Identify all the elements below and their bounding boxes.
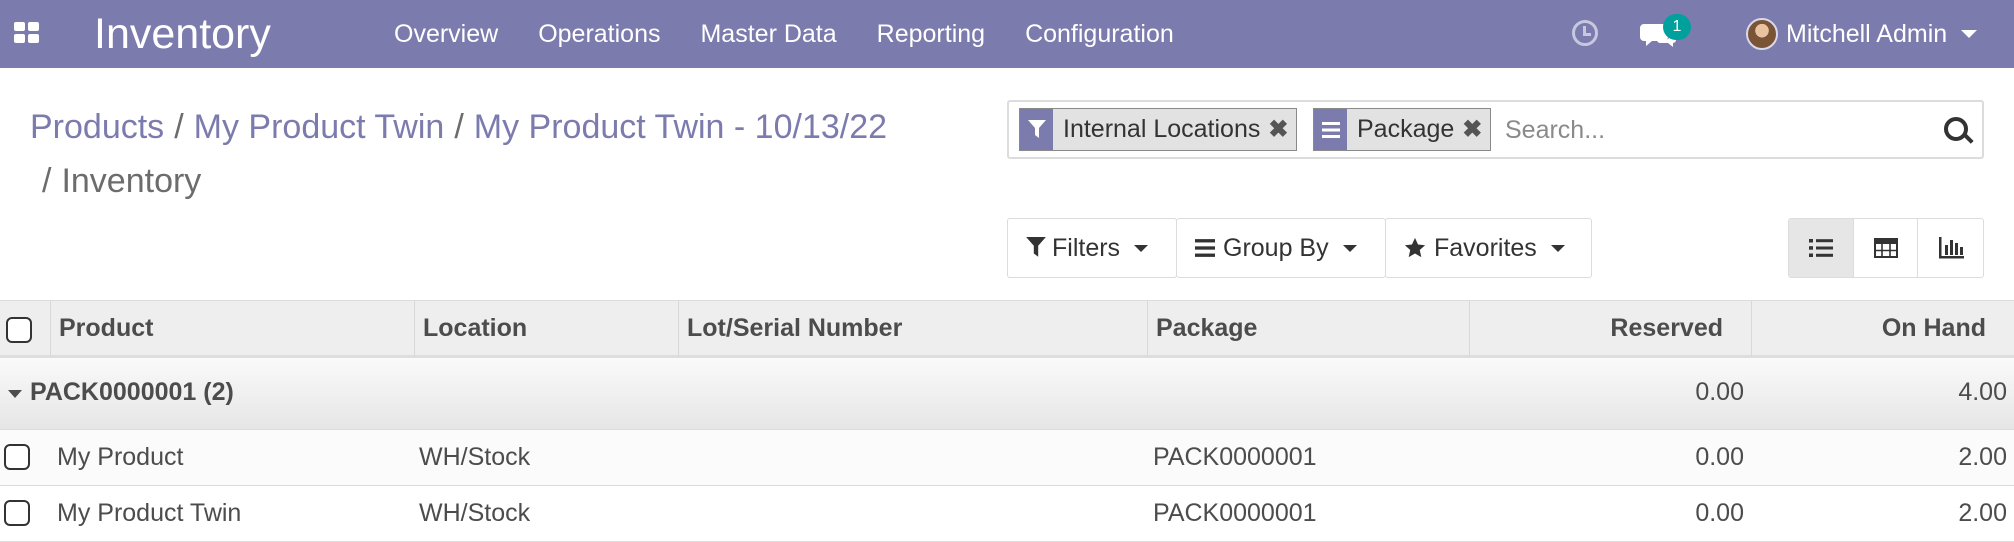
apps-menu-icon[interactable] xyxy=(14,22,40,44)
search-panel: Internal Locations ✖ Package ✖ xyxy=(1007,100,1984,159)
menu-master-data[interactable]: Master Data xyxy=(680,0,856,68)
group-by-label: Group By xyxy=(1223,233,1329,262)
group-reserved-total: 0.00 xyxy=(1695,378,1744,406)
cell-product: My Product Twin xyxy=(57,499,242,527)
facet-label: Package xyxy=(1357,115,1455,143)
group-row[interactable]: PACK0000001 (2) 0.00 4.00 xyxy=(0,358,2014,430)
search-input[interactable] xyxy=(1505,113,1925,147)
group-on-hand-total: 4.00 xyxy=(1958,378,2007,406)
group-name: PACK0000001 (2) xyxy=(30,378,234,406)
quants-list: Product Location Lot/Serial Number Packa… xyxy=(0,300,2014,542)
top-navbar: Inventory Overview Operations Master Dat… xyxy=(0,0,2014,68)
pivot-view-button[interactable] xyxy=(1854,219,1919,277)
list-view-button[interactable] xyxy=(1789,219,1854,277)
menu-operations[interactable]: Operations xyxy=(518,0,680,68)
breadcrumb-products[interactable]: Products xyxy=(30,108,164,146)
pivot-view-icon xyxy=(1873,238,1898,258)
user-menu[interactable]: Mitchell Admin xyxy=(1746,14,1978,54)
cell-package: PACK0000001 xyxy=(1153,499,1317,527)
column-reserved[interactable]: Reserved xyxy=(1469,301,1751,356)
cell-product: My Product xyxy=(57,443,184,471)
page-title: Inventory xyxy=(61,162,202,200)
activity-clock-icon[interactable] xyxy=(1572,20,1598,46)
column-on-hand[interactable]: On Hand xyxy=(1751,301,2014,356)
close-icon[interactable]: ✖ xyxy=(1268,115,1296,144)
user-name: Mitchell Admin xyxy=(1786,19,1948,48)
cell-on-hand: 2.00 xyxy=(1958,443,2007,471)
column-location[interactable]: Location xyxy=(414,301,678,356)
filter-icon xyxy=(1020,109,1053,150)
group-by-button[interactable]: Group By xyxy=(1176,218,1386,278)
favorites-button[interactable]: Favorites xyxy=(1385,218,1592,278)
facet-package: Package ✖ xyxy=(1313,108,1492,151)
list-view-icon xyxy=(1808,239,1833,257)
star-icon xyxy=(1404,237,1426,258)
filter-icon xyxy=(1026,237,1046,257)
chevron-down-icon xyxy=(1961,30,1978,38)
chevron-down-icon xyxy=(1134,244,1149,252)
main-menu: Overview Operations Master Data Reportin… xyxy=(374,0,1194,68)
app-title[interactable]: Inventory xyxy=(94,9,271,59)
menu-reporting[interactable]: Reporting xyxy=(857,0,1005,68)
caret-down-icon xyxy=(8,390,22,398)
facet-internal-locations: Internal Locations ✖ xyxy=(1019,108,1298,151)
filters-label: Filters xyxy=(1052,233,1121,262)
cell-package: PACK0000001 xyxy=(1153,443,1317,471)
chat-count-badge: 1 xyxy=(1663,14,1691,40)
cell-location: WH/Stock xyxy=(419,499,531,527)
cell-reserved: 0.00 xyxy=(1695,443,1744,471)
chevron-down-icon xyxy=(1550,244,1565,252)
select-all-checkbox[interactable] xyxy=(6,317,32,343)
breadcrumb-product[interactable]: My Product Twin xyxy=(194,108,445,146)
facet-label: Internal Locations xyxy=(1063,115,1261,143)
breadcrumb-separator: / xyxy=(454,108,464,146)
group-by-icon xyxy=(1314,109,1347,150)
graph-view-icon xyxy=(1938,237,1964,259)
cell-location: WH/Stock xyxy=(419,443,531,471)
breadcrumb-separator: / xyxy=(174,108,184,146)
row-checkbox[interactable] xyxy=(4,500,30,526)
group-by-icon xyxy=(1195,239,1215,257)
column-product[interactable]: Product xyxy=(50,301,414,356)
avatar xyxy=(1746,18,1778,50)
search-icon[interactable] xyxy=(1944,117,1968,141)
column-lot-serial[interactable]: Lot/Serial Number xyxy=(678,301,1147,356)
row-checkbox[interactable] xyxy=(4,444,30,470)
menu-configuration[interactable]: Configuration xyxy=(1005,0,1194,68)
table-row[interactable]: My Product WH/Stock PACK0000001 0.00 2.0… xyxy=(0,430,2014,486)
chevron-down-icon xyxy=(1342,244,1357,252)
menu-overview[interactable]: Overview xyxy=(374,0,518,68)
table-header: Product Location Lot/Serial Number Packa… xyxy=(0,300,2014,358)
graph-view-button[interactable] xyxy=(1918,219,1983,277)
cell-reserved: 0.00 xyxy=(1695,499,1744,527)
favorites-label: Favorites xyxy=(1434,233,1537,262)
breadcrumb-product-date[interactable]: My Product Twin - 10/13/22 xyxy=(474,108,887,146)
breadcrumb-separator: / xyxy=(42,162,52,200)
breadcrumb: Products / My Product Twin / My Product Twin… xyxy=(30,100,990,208)
close-icon[interactable]: ✖ xyxy=(1462,115,1490,144)
view-switcher xyxy=(1788,218,1984,278)
filters-button[interactable]: Filters xyxy=(1007,218,1177,278)
column-package[interactable]: Package xyxy=(1147,301,1469,356)
table-row[interactable]: My Product Twin WH/Stock PACK0000001 0.0… xyxy=(0,486,2014,542)
cell-on-hand: 2.00 xyxy=(1958,499,2007,527)
